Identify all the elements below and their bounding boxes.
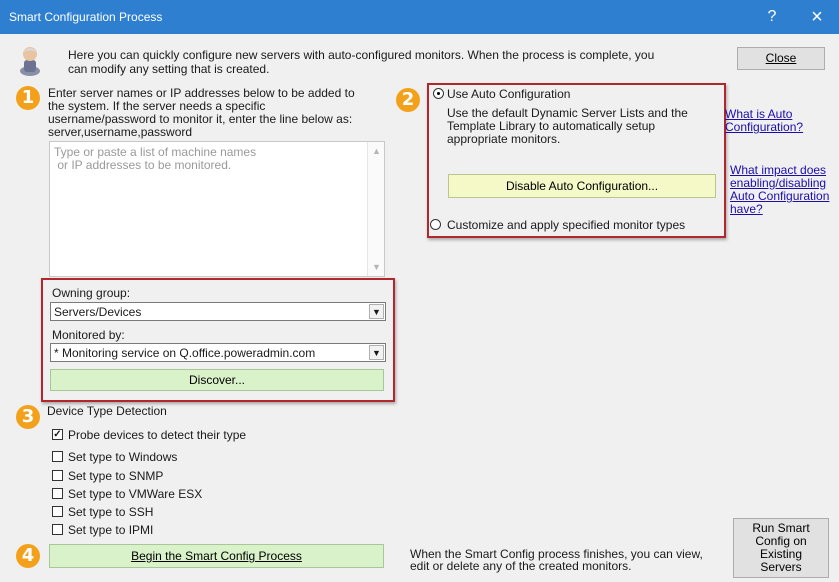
help-icon[interactable]: ? bbox=[757, 6, 787, 28]
owning-group-label: Owning group: bbox=[52, 286, 131, 300]
use-auto-config-radio[interactable] bbox=[433, 88, 444, 99]
chevron-down-icon[interactable]: ▼ bbox=[369, 345, 384, 360]
placeholder-line-2: or IP addresses to be monitored. bbox=[54, 158, 232, 172]
step4-note-line-2: edit or delete any of the created monito… bbox=[410, 559, 632, 573]
device-type-detection-heading: Device Type Detection bbox=[47, 404, 167, 418]
auto-config-desc-2: Template Library to automatically setup bbox=[447, 119, 656, 133]
server-list-placeholder: Type or paste a list of machine names or… bbox=[54, 146, 354, 172]
intro-line-2: can modify any setting that is created. bbox=[68, 62, 270, 76]
what-is-auto-config-link[interactable]: What is Auto Configuration? bbox=[725, 108, 803, 134]
impact-link-line-4: have? bbox=[730, 202, 763, 216]
scroll-down-icon[interactable]: ▼ bbox=[372, 262, 381, 272]
customize-monitor-types-radio[interactable] bbox=[430, 219, 441, 230]
step-1-badge: 1 bbox=[16, 86, 40, 110]
step-3-badge: 3 bbox=[16, 405, 40, 429]
step1-line-4: server,username,password bbox=[48, 125, 193, 139]
server-list-scrollbar[interactable]: ▲ ▼ bbox=[367, 142, 384, 276]
probe-devices-label: Probe devices to detect their type bbox=[68, 428, 247, 442]
server-list-input[interactable]: Type or paste a list of machine names or… bbox=[49, 141, 385, 277]
auto-config-desc-1: Use the default Dynamic Server Lists and… bbox=[447, 106, 688, 120]
run-existing-line-4: Servers bbox=[760, 560, 802, 574]
customize-monitor-types-label: Customize and apply specified monitor ty… bbox=[447, 218, 686, 232]
step-4-badge: 4 bbox=[16, 544, 40, 568]
set-type-ssh-checkbox[interactable] bbox=[52, 506, 63, 517]
chevron-down-icon[interactable]: ▼ bbox=[369, 304, 384, 319]
step1-line-2: the system. If the server needs a specif… bbox=[48, 99, 266, 113]
step1-line-3: username/password to monitor it, enter t… bbox=[48, 112, 353, 126]
close-button[interactable]: Close bbox=[737, 47, 825, 70]
disable-auto-config-button[interactable]: Disable Auto Configuration... bbox=[448, 174, 716, 198]
set-type-windows-label: Set type to Windows bbox=[68, 450, 178, 464]
use-auto-config-label: Use Auto Configuration bbox=[447, 87, 571, 101]
step-2-badge: 2 bbox=[396, 88, 420, 112]
owning-group-select[interactable]: Servers/Devices ▼ bbox=[50, 302, 386, 321]
set-type-ssh-label: Set type to SSH bbox=[68, 505, 154, 519]
discover-button[interactable]: Discover... bbox=[50, 369, 384, 391]
probe-devices-checkbox[interactable]: ✓ bbox=[52, 429, 63, 440]
auto-config-desc-3: appropriate monitors. bbox=[447, 132, 561, 146]
smart-config-window: Smart Configuration Process ? × Here you… bbox=[0, 0, 839, 582]
begin-smart-config-button[interactable]: Begin the Smart Config Process bbox=[49, 544, 384, 568]
auto-config-impact-link[interactable]: What impact does enabling/disabling Auto… bbox=[730, 164, 829, 216]
title-bar: Smart Configuration Process ? × bbox=[0, 0, 839, 34]
monitored-by-value: * Monitoring service on Q.office.powerad… bbox=[54, 346, 316, 360]
scroll-up-icon[interactable]: ▲ bbox=[372, 146, 381, 156]
set-type-ipmi-label: Set type to IPMI bbox=[68, 523, 154, 537]
monitored-by-select[interactable]: * Monitoring service on Q.office.powerad… bbox=[50, 343, 386, 362]
intro-line-1: Here you can quickly configure new serve… bbox=[68, 48, 655, 62]
owning-group-value: Servers/Devices bbox=[54, 305, 142, 319]
monitored-by-label: Monitored by: bbox=[52, 328, 125, 342]
what-is-link-line-2: Configuration? bbox=[725, 120, 804, 134]
set-type-vmware-checkbox[interactable] bbox=[52, 488, 63, 499]
step1-line-1: Enter server names or IP addresses below… bbox=[48, 86, 355, 100]
set-type-snmp-label: Set type to SNMP bbox=[68, 469, 164, 483]
set-type-vmware-label: Set type to VMWare ESX bbox=[68, 487, 203, 501]
window-close-icon[interactable]: × bbox=[802, 6, 832, 28]
run-smart-config-existing-button[interactable]: Run Smart Config on Existing Servers bbox=[733, 518, 829, 578]
window-title: Smart Configuration Process bbox=[9, 10, 163, 24]
set-type-windows-checkbox[interactable] bbox=[52, 451, 63, 462]
set-type-ipmi-checkbox[interactable] bbox=[52, 524, 63, 535]
user-avatar-icon bbox=[20, 47, 40, 76]
set-type-snmp-checkbox[interactable] bbox=[52, 470, 63, 481]
